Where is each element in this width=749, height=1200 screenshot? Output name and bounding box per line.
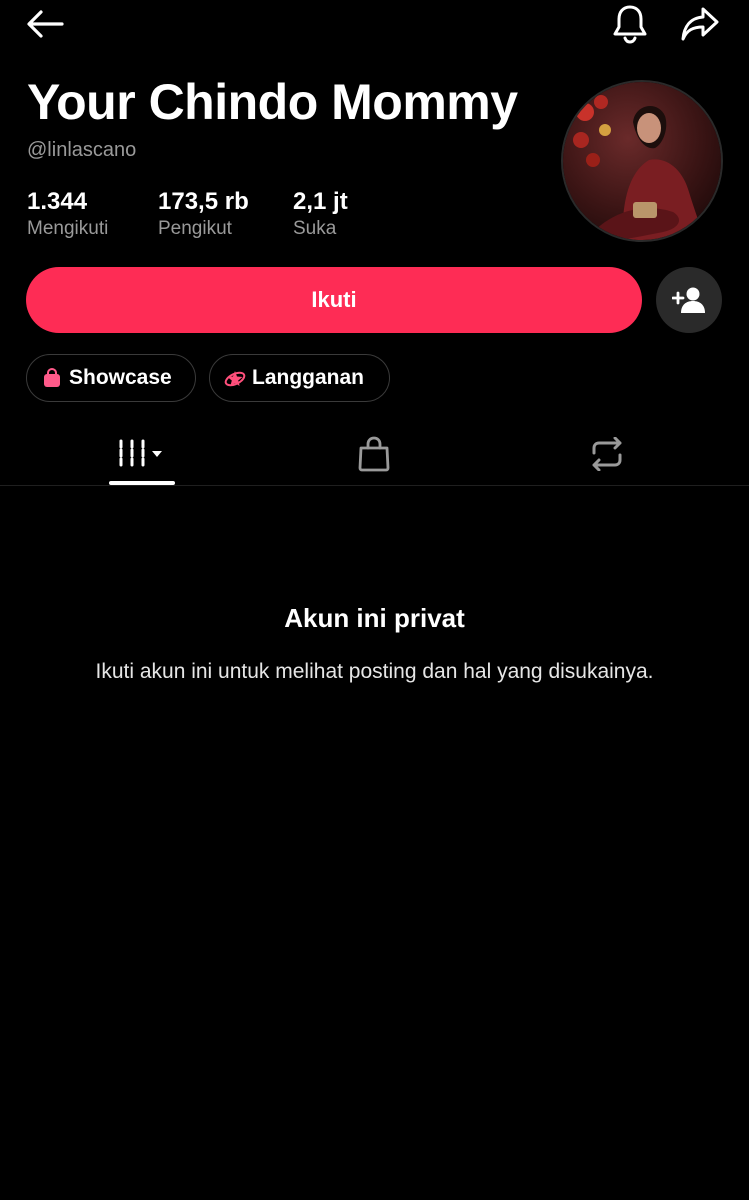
stat-label: Suka (293, 218, 337, 239)
share-button[interactable] (676, 2, 724, 46)
stat-label: Mengikuti (27, 218, 109, 239)
person-add-icon (672, 287, 705, 313)
videos-grid-dropdown-icon (119, 439, 162, 469)
share-arrow-icon (681, 7, 719, 41)
stat-followers[interactable]: 173,5 rb Pengikut (158, 188, 249, 241)
active-tab-indicator (109, 481, 175, 485)
stat-label: Pengikut (158, 218, 232, 239)
avatar[interactable] (561, 80, 723, 242)
chip-label: Showcase (69, 366, 172, 389)
chip-label: Langganan (252, 366, 365, 389)
content-tabs (0, 422, 749, 486)
subscription-chip[interactable]: Langganan (209, 354, 390, 402)
shopping-bag-outline-icon (358, 436, 390, 472)
stat-value: 173,5 rb (158, 188, 249, 215)
notification-button[interactable] (606, 2, 654, 46)
display-name: Your Chindo Mommy (27, 74, 518, 130)
stat-likes[interactable]: 2,1 jt Suka (293, 188, 348, 241)
subscription-star-icon (224, 367, 246, 389)
private-account-description: Ikuti akun ini untuk melihat posting dan… (95, 660, 654, 683)
follow-button[interactable]: Ikuti (26, 267, 642, 333)
bell-icon (613, 5, 647, 44)
tab-reposts[interactable] (565, 422, 649, 486)
back-button[interactable] (22, 4, 68, 44)
arrow-left-icon (27, 10, 64, 38)
profile-photo (563, 82, 721, 240)
shopping-bag-icon (41, 367, 63, 389)
private-account-title: Akun ini privat (284, 603, 465, 633)
stat-value: 2,1 jt (293, 188, 348, 215)
stat-value: 1.344 (27, 188, 88, 215)
tab-shop[interactable] (332, 422, 416, 486)
add-friend-button[interactable] (656, 267, 722, 333)
stat-following[interactable]: 1.344 Mengikuti (27, 188, 108, 241)
profile-screen: Your Chindo Mommy @linlascano 1.344 Meng… (0, 0, 749, 1200)
repost-icon (592, 437, 622, 471)
showcase-chip[interactable]: Showcase (26, 354, 196, 402)
username: @linlascano (27, 139, 137, 161)
tab-videos[interactable] (100, 422, 184, 486)
